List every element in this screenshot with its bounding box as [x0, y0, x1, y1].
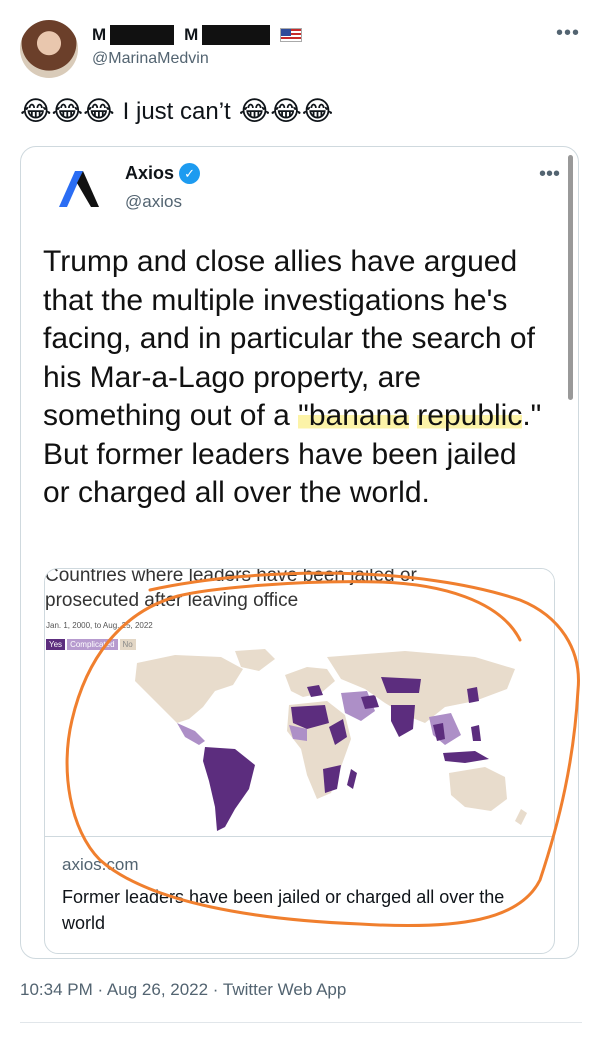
- more-options-icon[interactable]: •••: [556, 22, 580, 45]
- map-southeast-asia: [429, 713, 461, 745]
- map-south-asia-yes: [391, 705, 415, 737]
- chart-subtitle: Jan. 1, 2000, to Aug. 25, 2022: [46, 621, 153, 630]
- quoted-tweet-text: Trump and close allies have argued that …: [43, 243, 543, 513]
- quoted-author-name[interactable]: Axios ✓: [125, 163, 201, 184]
- card-title[interactable]: Former leaders have been jailed or charg…: [62, 884, 532, 936]
- verified-badge-icon: ✓: [179, 163, 201, 184]
- scrollbar[interactable]: [568, 155, 573, 400]
- map-central-america: [177, 723, 205, 745]
- map-central-asia-yes: [381, 677, 421, 693]
- tweet-timestamp[interactable]: 10:34 PM · Aug 26, 2022 · Twitter Web Ap…: [20, 980, 346, 1000]
- quoted-author-name-text: Axios: [125, 163, 175, 183]
- quoted-author-handle[interactable]: @axios: [125, 192, 182, 212]
- author-name[interactable]: M M: [92, 25, 303, 45]
- author-handle[interactable]: @MarinaMedvin: [92, 50, 209, 68]
- axios-logo-icon: [59, 171, 99, 207]
- tweet-emoji-before: 😂😂😂: [20, 96, 115, 126]
- tweet-text: 😂😂😂 I just can’t 😂😂😂: [20, 96, 333, 127]
- tweet-body: I just can’t: [122, 97, 231, 125]
- map-philippines: [471, 725, 481, 741]
- avatar[interactable]: [20, 20, 78, 78]
- highlight-banana: "banana: [298, 399, 409, 432]
- map-indonesia: [443, 751, 489, 763]
- author-name-part1: M: [92, 25, 107, 44]
- map-north-america: [135, 655, 243, 723]
- link-card[interactable]: Countries where leaders have been jailed…: [44, 568, 555, 954]
- divider: [20, 1022, 582, 1023]
- card-domain[interactable]: axios.com: [62, 855, 139, 875]
- tweet-emoji-after: 😂😂😂: [238, 96, 334, 126]
- map-madagascar: [347, 769, 357, 789]
- us-flag-icon: [280, 28, 303, 42]
- card-image: Countries where leaders have been jailed…: [45, 568, 554, 837]
- author-name-part2: M: [184, 25, 199, 44]
- map-africa-south-yes: [323, 765, 341, 793]
- world-map: [135, 649, 527, 831]
- map-greenland: [235, 649, 275, 671]
- map-southeast-asia-yes: [433, 723, 445, 741]
- map-korea-japan: [467, 687, 479, 703]
- quoted-more-options-icon[interactable]: •••: [539, 163, 560, 186]
- map-australia: [449, 767, 507, 811]
- redaction-bar: [110, 25, 175, 45]
- map-new-zealand: [515, 809, 527, 825]
- chart-title: Countries where leaders have been jailed…: [45, 568, 417, 611]
- redaction-bar: [202, 25, 271, 45]
- highlight-republic: republic: [417, 399, 523, 432]
- map-south-america: [203, 747, 255, 831]
- quoted-tweet[interactable]: Axios ✓ @axios ••• Trump and close allie…: [20, 146, 579, 959]
